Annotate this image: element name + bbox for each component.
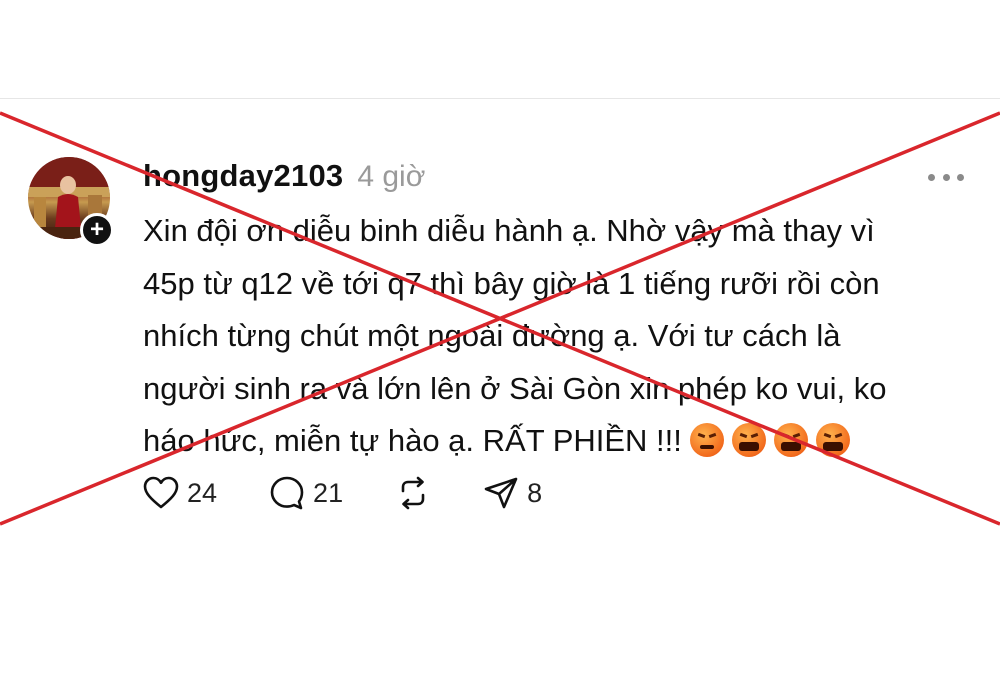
like-button[interactable]: 24 [143, 476, 217, 510]
heart-icon [143, 476, 179, 509]
emoji-row [689, 423, 850, 457]
face-with-symbols-on-mouth-icon [773, 423, 808, 457]
threads-post: + hongday2103 4 giờ Xin đội ơn diễu binh… [0, 0, 1000, 680]
post-text-line-last: háo hức, miễn tự hào ạ. RẤT PHIỀN !!! [143, 415, 983, 468]
face-with-symbols-on-mouth-icon [815, 423, 850, 457]
share-button[interactable]: 8 [483, 475, 542, 511]
more-dots-icon[interactable] [928, 170, 964, 184]
like-count: 24 [187, 477, 218, 508]
post-text-line: 45p từ q12 về tới q7 thì bây giờ là 1 ti… [143, 265, 880, 301]
comment-icon [270, 476, 304, 510]
follow-plus-icon[interactable]: + [80, 213, 114, 247]
post-text-line: người sinh ra và lớn lên ở Sài Gòn xin p… [143, 370, 887, 406]
username[interactable]: hongday2103 [143, 158, 343, 194]
post-text-line: Xin đội ơn diễu binh diễu hành ạ. Nhờ vậ… [143, 213, 875, 248]
post-actions: 24 21 8 [143, 472, 594, 514]
post-text: Xin đội ơn diễu binh diễu hành ạ. Nhờ vậ… [143, 205, 983, 468]
send-icon [484, 477, 518, 509]
comment-count: 21 [313, 477, 344, 508]
face-with-symbols-on-mouth-icon [731, 423, 766, 457]
screenshot-frame: + hongday2103 4 giờ Xin đội ơn diễu binh… [0, 0, 1000, 680]
repost-icon [401, 476, 425, 510]
post-timestamp: 4 giờ [357, 160, 426, 193]
pouting-face-icon [689, 423, 724, 457]
post-header: hongday2103 4 giờ [143, 158, 425, 194]
post-text-line: nhích từng chút một ngoài đường ạ. Với t… [143, 318, 841, 353]
post-text-line: háo hức, miễn tự hào ạ. RẤT PHIỀN !!! [143, 423, 682, 458]
repost-button[interactable] [395, 475, 431, 511]
comment-button[interactable]: 21 [269, 475, 343, 511]
share-count: 8 [527, 477, 543, 508]
